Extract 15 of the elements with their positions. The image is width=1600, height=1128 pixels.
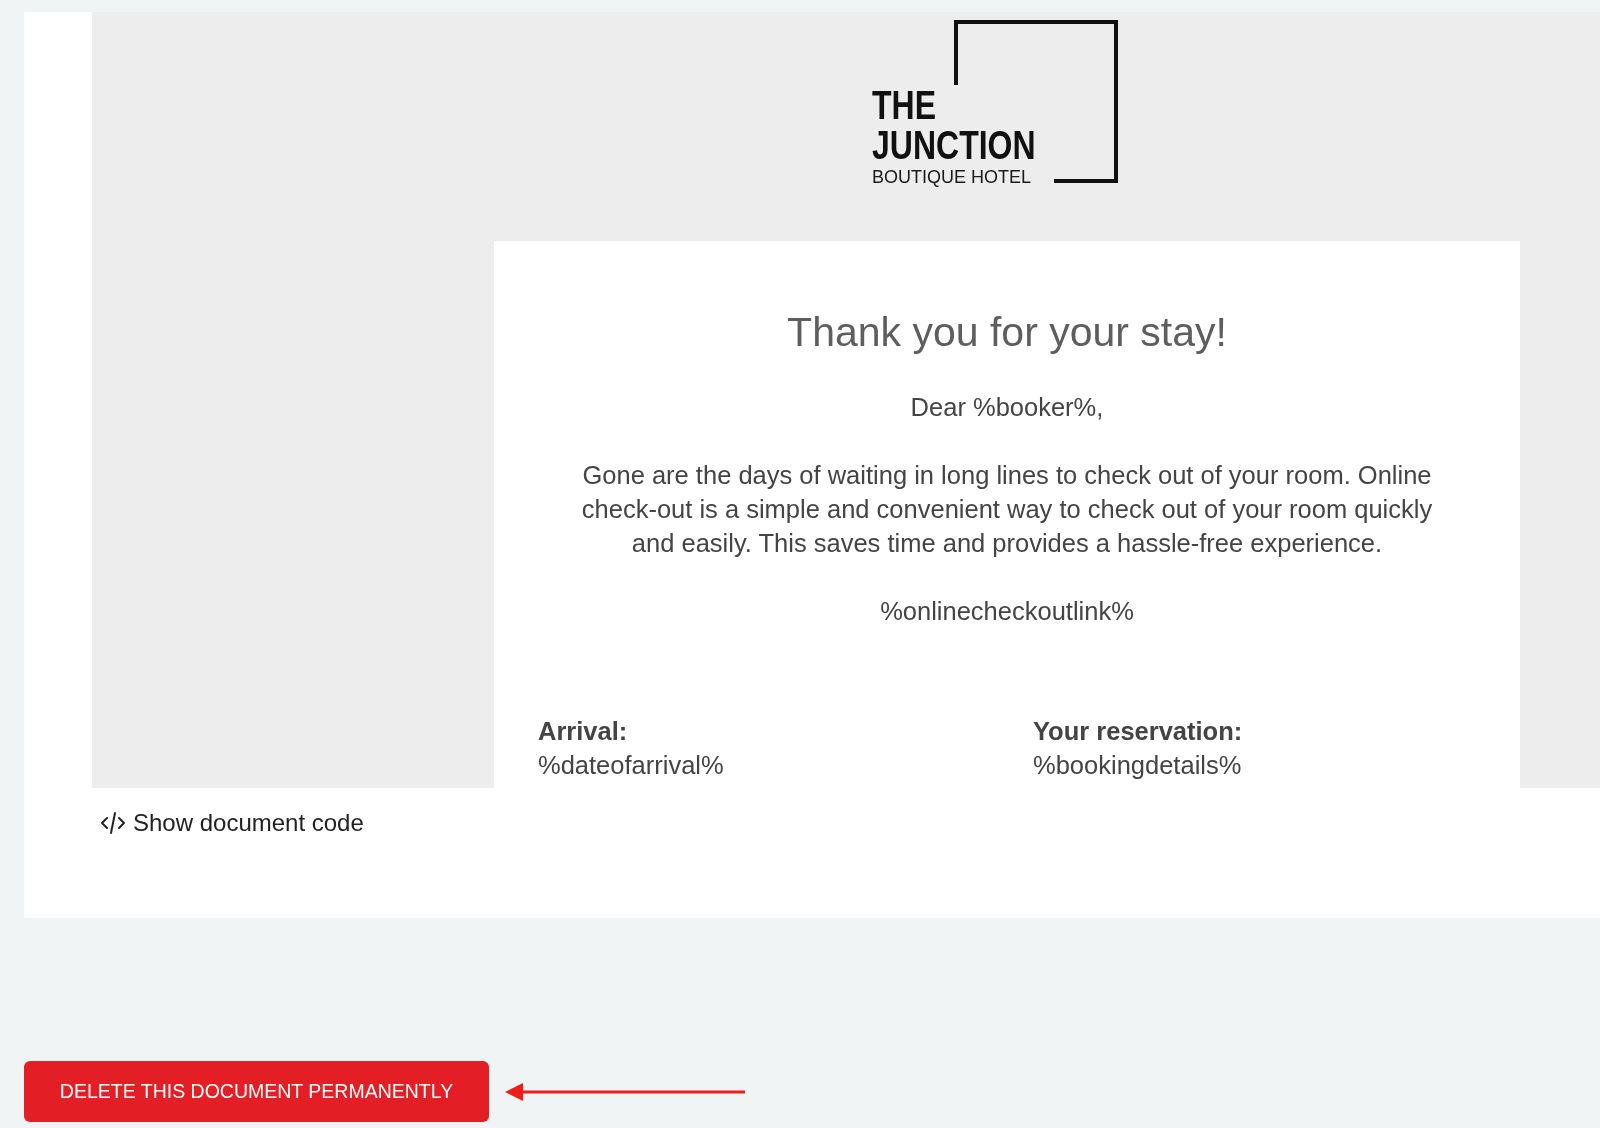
code-icon	[100, 811, 126, 835]
detail-value: %dateofarrival%	[538, 750, 724, 781]
left-arrow-icon	[505, 1082, 745, 1101]
logo-tagline: BOUTIQUE HOTEL	[872, 167, 1032, 187]
detail-value: %bookingdetails%	[1033, 750, 1242, 781]
body-paragraph: Gone are the days of waiting in long lines to check out of your room. Online check-out is a simple and convenient way to check out of your room quickly and easily. This saves time and provides a hassle-free experience.	[580, 460, 1434, 559]
greeting-text: Dear %booker%,	[909, 392, 1105, 422]
delete-button[interactable]: DELETE THIS DOCUMENT PERMANENTLY	[24, 1061, 489, 1122]
logo-name-text: THE	[872, 86, 936, 124]
email-title: Thank you for your stay!	[786, 308, 1228, 356]
show-code-link[interactable]: Show document code	[100, 808, 364, 838]
logo-name-text: JUNCTION	[872, 125, 1036, 164]
detail-label: Arrival:	[538, 716, 628, 747]
detail-label: Your reservation:	[1033, 716, 1243, 747]
link-placeholder-text: %onlinecheckoutlink%	[879, 596, 1135, 627]
